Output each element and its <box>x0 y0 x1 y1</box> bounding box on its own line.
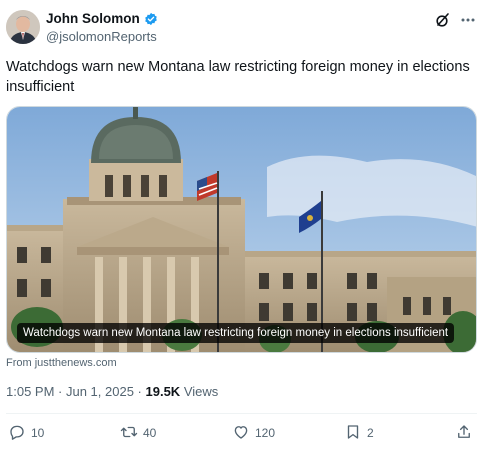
reply-count: 10 <box>31 426 45 440</box>
divider <box>6 413 477 414</box>
user-handle[interactable]: @jsolomonReports <box>46 29 157 44</box>
action-bar: 10 40 120 2 <box>6 422 477 444</box>
card-source[interactable]: From justthenews.com <box>6 357 117 369</box>
reply-icon <box>8 423 26 444</box>
like-count: 120 <box>255 426 276 440</box>
verified-badge-icon <box>144 12 158 26</box>
avatar[interactable] <box>6 10 40 44</box>
like-button[interactable]: 120 <box>232 422 275 444</box>
views-count: 19.5K <box>145 384 181 399</box>
more-icon[interactable] <box>459 12 477 28</box>
meta-separator-2: · <box>133 384 146 399</box>
like-icon <box>232 423 250 444</box>
bookmark-count: 2 <box>367 426 374 440</box>
grok-icon[interactable] <box>435 12 451 28</box>
card-caption: Watchdogs warn new Montana law restricti… <box>17 323 455 343</box>
display-name[interactable]: John Solomon <box>46 11 140 26</box>
repost-button[interactable]: 40 <box>120 422 156 444</box>
link-card-image[interactable]: Watchdogs warn new Montana law restricti… <box>6 106 477 353</box>
tweet-text: Watchdogs warn new Montana law restricti… <box>6 59 470 95</box>
meta-separator: · <box>54 384 66 399</box>
name-row: John Solomon <box>46 11 158 26</box>
tweet-time[interactable]: 1:05 PM <box>6 384 54 399</box>
repost-icon <box>120 423 138 444</box>
tweet-date[interactable]: Jun 1, 2025 <box>66 384 134 399</box>
bookmark-icon <box>344 423 362 444</box>
share-icon <box>455 423 473 444</box>
capitol-building-image <box>7 107 476 352</box>
repost-count: 40 <box>143 426 157 440</box>
tweet-header: John Solomon @jsolomonReports <box>6 8 477 48</box>
bookmark-button[interactable]: 2 <box>344 422 374 444</box>
share-button[interactable] <box>455 422 473 444</box>
tweet-meta: 1:05 PM · Jun 1, 2025 · 19.5K Views <box>6 384 218 399</box>
reply-button[interactable]: 10 <box>8 422 44 444</box>
views-label: Views <box>183 384 219 399</box>
